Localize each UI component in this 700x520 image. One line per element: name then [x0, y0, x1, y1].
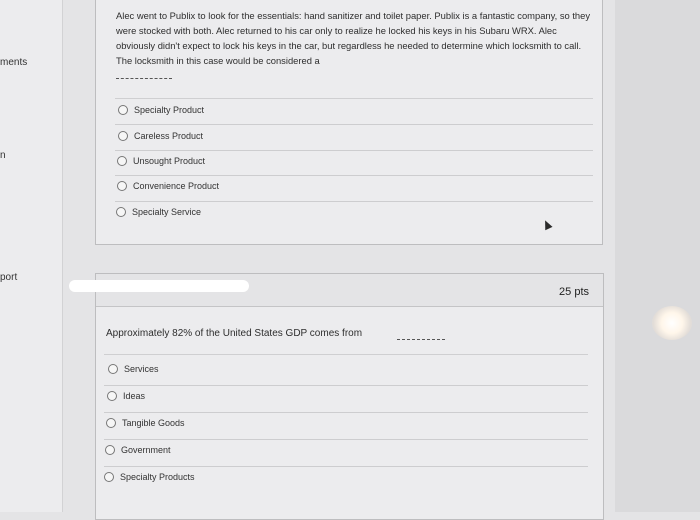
question-card-2: 25 pts Approximately 82% of the United S… [69, 273, 604, 520]
answer-blank [116, 78, 172, 79]
option-specialty-products[interactable]: Specialty Products [104, 472, 195, 482]
radio-button[interactable] [117, 181, 127, 191]
option-careless-product[interactable]: Careless Product [118, 131, 203, 141]
radio-button[interactable] [118, 131, 128, 141]
radio-button[interactable] [104, 472, 114, 482]
sidebar-item-truncated[interactable]: n [0, 150, 6, 161]
redacted-question-title [69, 280, 249, 292]
option-label: Specialty Product [134, 105, 205, 115]
option-services[interactable]: Services [108, 364, 159, 374]
radio-button[interactable] [108, 364, 118, 374]
answer-blank [397, 339, 445, 340]
screen-glare [652, 306, 692, 340]
question-text: Alec went to Publix to look for the esse… [116, 10, 591, 66]
radio-button[interactable] [116, 207, 126, 217]
option-label: Specialty Products [120, 472, 195, 482]
divider [104, 439, 588, 440]
divider [104, 354, 588, 355]
divider [115, 175, 593, 176]
divider [104, 466, 588, 467]
option-specialty-service[interactable]: Specialty Service [116, 207, 201, 217]
divider [115, 150, 593, 151]
question-header: 25 pts [69, 274, 603, 307]
option-label: Careless Product [134, 131, 204, 141]
option-government[interactable]: Government [105, 445, 171, 455]
option-label: Unsought Product [133, 156, 206, 166]
radio-button[interactable] [105, 445, 115, 455]
option-unsought-product[interactable]: Unsought Product [117, 156, 205, 166]
option-ideas[interactable]: Ideas [107, 391, 145, 401]
radio-button[interactable] [117, 156, 127, 166]
sidebar-item-assignments[interactable]: ments [0, 57, 27, 68]
radio-button[interactable] [107, 391, 117, 401]
option-specialty-product[interactable]: Specialty Product [118, 105, 204, 115]
option-label: Tangible Goods [122, 418, 185, 428]
option-tangible-goods[interactable]: Tangible Goods [106, 418, 185, 428]
option-label: Services [124, 364, 159, 374]
divider [115, 124, 593, 125]
option-label: Government [121, 445, 171, 455]
option-label: Ideas [123, 391, 146, 401]
right-panel [615, 0, 700, 512]
points-label: 25 pts [559, 286, 589, 298]
divider [104, 385, 588, 386]
left-sidebar: ments n port [0, 0, 63, 512]
option-label: Specialty Service [132, 207, 202, 217]
radio-button[interactable] [106, 418, 116, 428]
radio-button[interactable] [118, 105, 128, 115]
divider [115, 98, 593, 99]
question-card-1: Alec went to Publix to look for the esse… [95, 0, 603, 245]
divider [104, 412, 588, 413]
option-convenience-product[interactable]: Convenience Product [117, 181, 219, 191]
option-label: Convenience Product [133, 181, 220, 191]
question-text: Approximately 82% of the United States G… [106, 328, 363, 339]
divider [115, 201, 593, 202]
sidebar-item-report[interactable]: port [0, 272, 17, 283]
